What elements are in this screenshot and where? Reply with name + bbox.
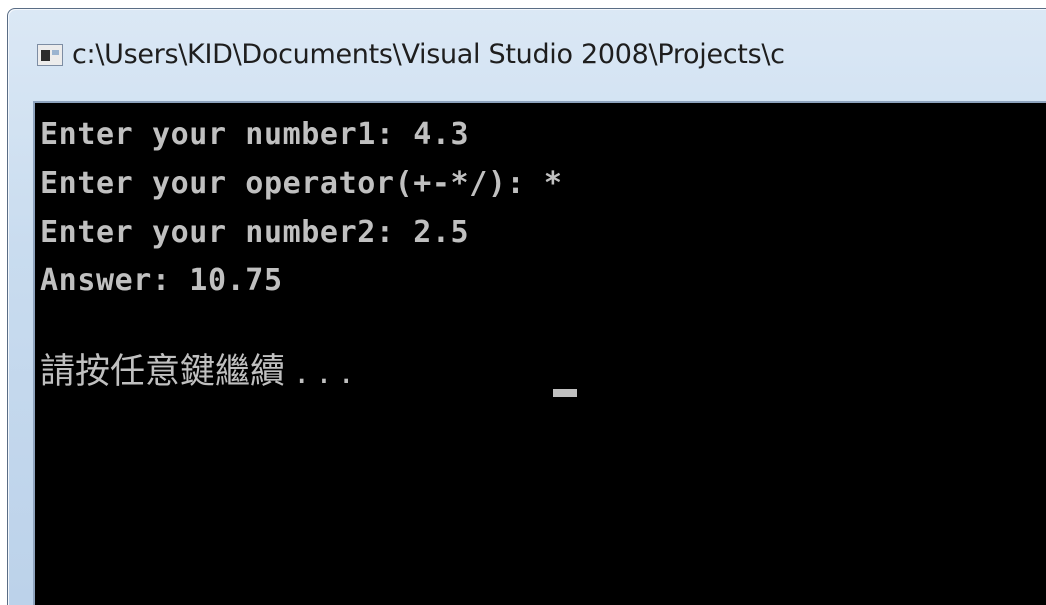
text-cursor <box>553 389 577 397</box>
console-window-icon[interactable] <box>37 44 63 66</box>
console-window: c:\Users\KID\Documents\Visual Studio 200… <box>7 8 1046 605</box>
window-title: c:\Users\KID\Documents\Visual Studio 200… <box>72 39 785 70</box>
press-any-key-prompt: 請按任意鍵繼續 . . . <box>40 352 363 392</box>
console-line: Enter your number2: 2.5 <box>40 215 470 250</box>
console-line: Enter your number1: 4.3 <box>40 117 470 152</box>
title-bar[interactable]: c:\Users\KID\Documents\Visual Studio 200… <box>8 9 1046 97</box>
console-output-area[interactable]: Enter your number1: 4.3 Enter your opera… <box>33 101 1046 605</box>
console-line: Enter your operator(+-*/): * <box>40 166 563 201</box>
console-line: Answer: 10.75 <box>40 263 283 298</box>
